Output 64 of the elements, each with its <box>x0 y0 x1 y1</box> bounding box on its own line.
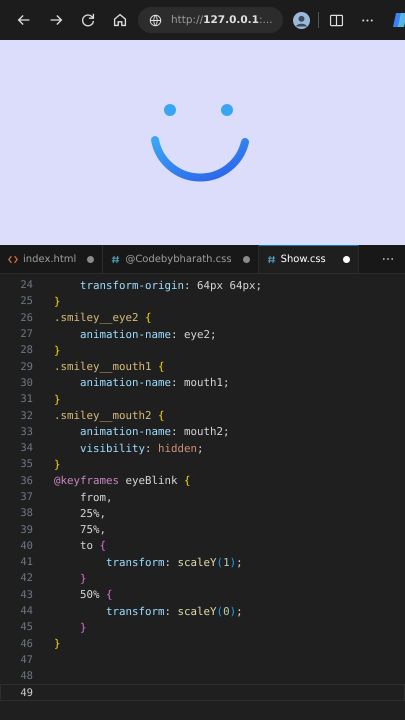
tab-name: Show.css <box>280 254 326 265</box>
line-number: 48 <box>19 670 33 682</box>
code-line: visibility: hidden; <box>79 442 204 455</box>
line-number: 42 <box>19 572 33 584</box>
avatar-icon[interactable] <box>292 12 310 28</box>
line-number: 38 <box>19 507 33 520</box>
line-number: 49 <box>19 686 33 699</box>
code-line: animation-name: mouth2; <box>79 425 230 438</box>
code-line: } <box>54 344 61 357</box>
code-line: .smiley__mouth2 { <box>54 409 165 422</box>
tab-name: index.html <box>23 254 76 264</box>
code-line: } <box>54 392 61 406</box>
line-number: 29 <box>19 360 33 373</box>
line-number: 39 <box>19 524 33 536</box>
line-number: 25 <box>19 295 33 308</box>
editor-tab[interactable]: index.html <box>0 245 104 273</box>
address-bar[interactable]: http://127.0.0.1:... <box>138 7 283 33</box>
line-number: 36 <box>19 474 33 487</box>
hash-icon <box>111 254 120 264</box>
code-icon <box>8 254 18 264</box>
code-line: from, <box>79 490 113 504</box>
globe-icon <box>148 12 163 28</box>
home-icon[interactable] <box>111 11 129 29</box>
code-line: 75%, <box>79 523 106 536</box>
code-line: @keyframes eyeBlink { <box>54 474 191 488</box>
line-number: 44 <box>19 605 33 618</box>
line-number: 35 <box>19 458 33 470</box>
line-number: 47 <box>19 654 33 666</box>
tab-name: @Codebybharath.css <box>125 254 232 264</box>
line-number: 26 <box>19 312 33 324</box>
code-line: transform: scaleY(1); <box>105 556 243 569</box>
editor-tab[interactable]: Show.css <box>258 245 359 273</box>
line-number: 34 <box>19 442 33 454</box>
line-number: 24 <box>19 279 33 292</box>
code-line: transform-origin: 64px 64px; <box>79 278 262 292</box>
code-line: .smiley__mouth1 { <box>54 360 165 374</box>
more-icon[interactable] <box>381 255 395 263</box>
code-line: } <box>54 294 61 308</box>
code-line: animation-name: eye2; <box>79 328 217 341</box>
code-line: } <box>54 458 61 471</box>
reload-icon[interactable] <box>79 11 97 29</box>
code-line: to { <box>79 539 106 552</box>
line-number: 45 <box>19 621 33 634</box>
line-number: 46 <box>19 638 33 650</box>
hash-icon <box>266 255 276 264</box>
code-line: transform: scaleY(0); <box>105 604 243 618</box>
line-number: 37 <box>19 491 33 503</box>
line-number: 28 <box>19 344 33 356</box>
line-number: 41 <box>19 556 33 568</box>
line-number: 40 <box>19 540 33 552</box>
code-line: } <box>79 572 87 585</box>
line-number: 30 <box>19 376 33 389</box>
code-line: animation-name: mouth1; <box>79 376 230 390</box>
url-text: http://127.0.0.1:... <box>171 14 273 26</box>
line-number: 43 <box>19 588 33 601</box>
code-line: 50% { <box>79 588 113 602</box>
line-number: 31 <box>19 393 33 406</box>
line-number: 32 <box>19 410 33 422</box>
code-line: 25%, <box>79 506 106 520</box>
line-number: 33 <box>19 426 33 438</box>
code-line: .smiley__eye2 { <box>54 311 152 324</box>
code-line: } <box>79 620 87 634</box>
code-line: } <box>54 637 61 650</box>
line-number: 27 <box>19 328 33 340</box>
